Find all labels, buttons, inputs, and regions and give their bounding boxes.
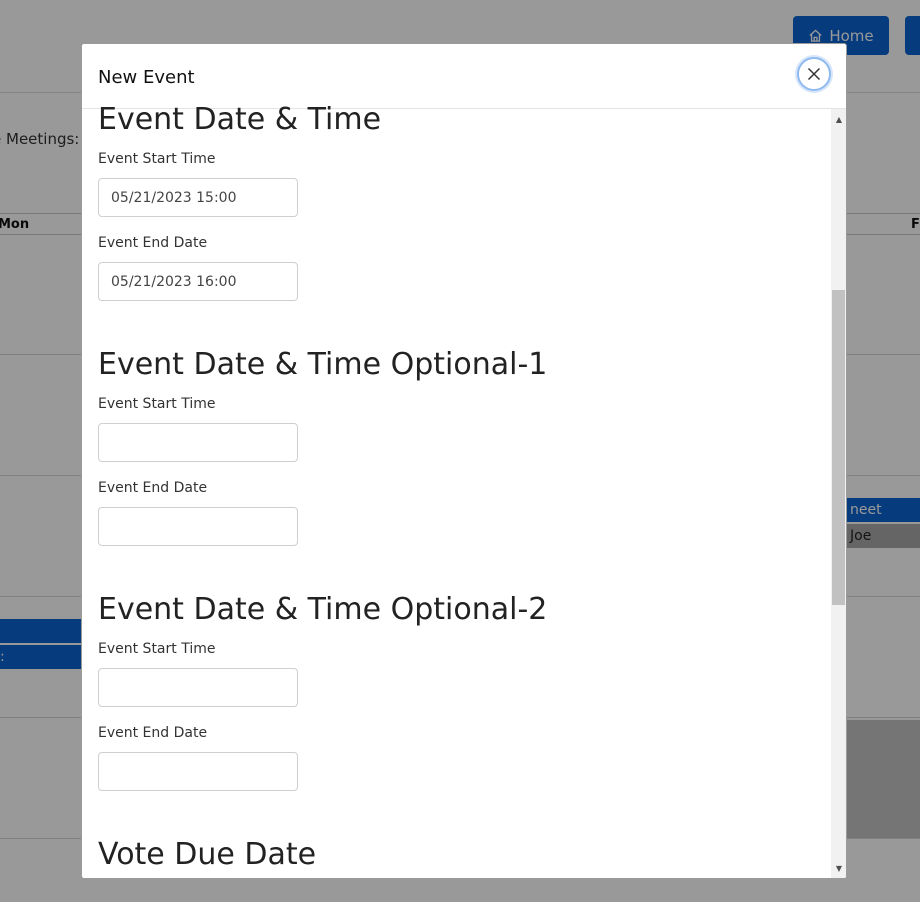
modal-body: Event Date & Time Event Start Time Event… <box>82 105 830 878</box>
event-start-time-label: Event Start Time <box>98 151 216 167</box>
optional-2-end-date-label: Event End Date <box>98 725 208 741</box>
optional-2-start-time-input[interactable] <box>98 668 298 707</box>
event-start-time-input[interactable] <box>98 178 298 217</box>
modal-title: New Event <box>98 67 195 88</box>
optional-1-start-time-input[interactable] <box>98 423 298 462</box>
close-icon <box>807 67 821 81</box>
optional-1-start-time-label: Event Start Time <box>98 396 216 412</box>
section-title-vote-due-date: Vote Due Date <box>98 837 317 872</box>
new-event-modal: New Event Event Date & Time Event Start … <box>81 43 847 879</box>
event-end-date-input[interactable] <box>98 262 298 301</box>
scroll-up-arrow-icon[interactable]: ▲ <box>831 111 846 127</box>
optional-2-start-time-label: Event Start Time <box>98 641 216 657</box>
event-end-date-label: Event End Date <box>98 235 208 251</box>
close-button[interactable] <box>797 57 831 91</box>
scrollbar-thumb[interactable] <box>832 290 845 605</box>
scroll-down-arrow-icon[interactable]: ▼ <box>831 860 846 876</box>
section-title-event-date-time: Event Date & Time <box>98 102 382 137</box>
section-title-optional-1: Event Date & Time Optional-1 <box>98 347 548 382</box>
modal-scrollbar[interactable]: ▲ ▼ <box>831 109 846 878</box>
optional-1-end-date-input[interactable] <box>98 507 298 546</box>
optional-2-end-date-input[interactable] <box>98 752 298 791</box>
optional-1-end-date-label: Event End Date <box>98 480 208 496</box>
modal-header: New Event <box>82 44 846 109</box>
section-title-optional-2: Event Date & Time Optional-2 <box>98 592 548 627</box>
